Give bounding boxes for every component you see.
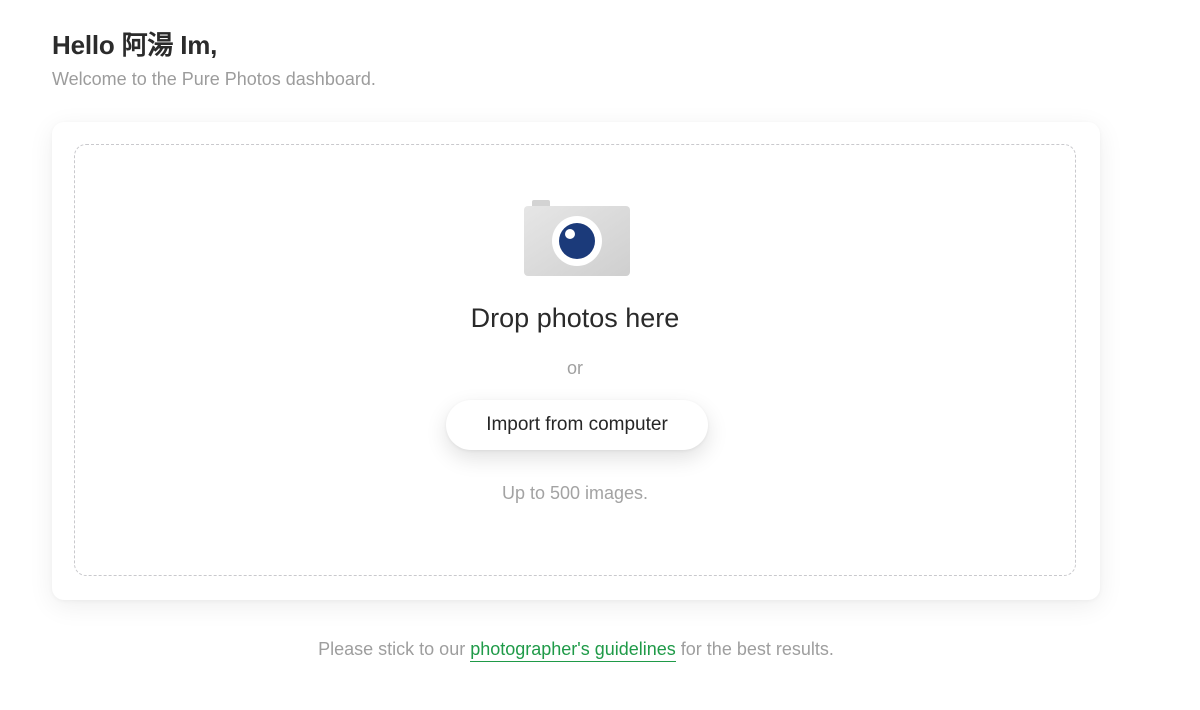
dashboard-page: Hello 阿湯 Im, Welcome to the Pure Photos … [0,0,1200,710]
guidelines-note-suffix: for the best results. [675,639,834,659]
drop-photos-title: Drop photos here [470,303,680,333]
upload-limit-note: Up to 500 images. [501,483,649,503]
greeting-title: Hello 阿湯 Im, [52,30,218,60]
or-separator: or [566,358,583,378]
guidelines-note: Please stick to our photographer's guide… [0,638,1152,662]
upload-card: Drop photos here or Import from computer… [52,122,1100,600]
import-from-computer-button[interactable]: Import from computer [446,400,708,450]
guidelines-note-prefix: Please stick to our [318,639,471,659]
dashboard-subtitle: Welcome to the Pure Photos dashboard. [52,69,376,89]
photo-dropzone[interactable]: Drop photos here or Import from computer… [74,144,1076,576]
photographer-guidelines-link[interactable]: photographer's guidelines [470,639,676,662]
camera-icon [524,200,630,276]
